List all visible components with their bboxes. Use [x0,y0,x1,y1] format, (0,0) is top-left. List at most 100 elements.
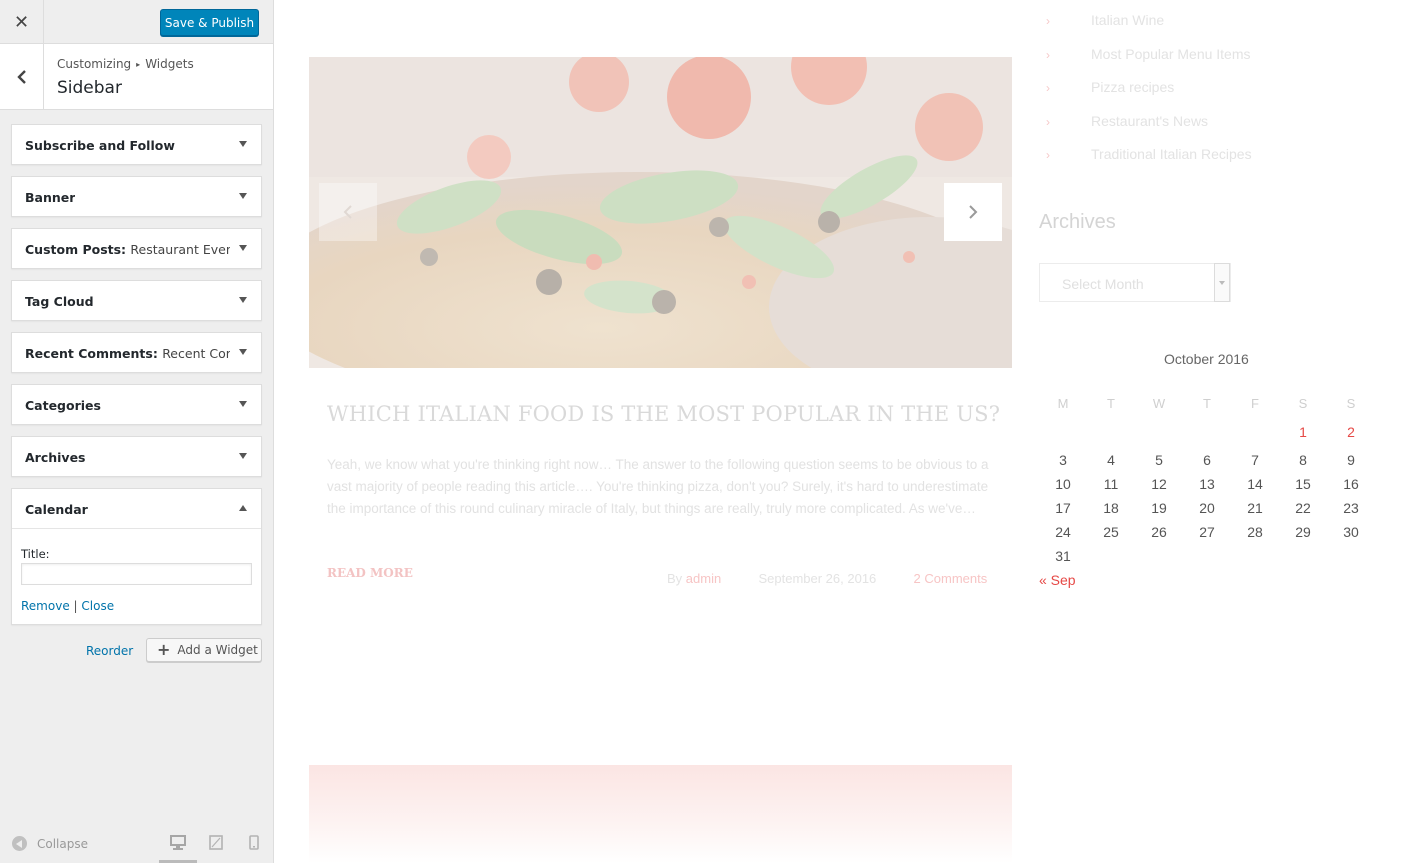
widget-title: Calendar [25,502,88,517]
post-by: By [667,571,683,586]
chevron-left-icon [16,69,26,84]
calendar-day: 15 [1295,476,1311,492]
widget-archives[interactable]: Archives [11,436,262,477]
widget-tag-cloud[interactable]: Tag Cloud [11,280,262,321]
arrow-up-icon[interactable] [239,505,247,511]
calendar-weekday: M [1057,396,1069,411]
chevron-right-icon: › [1046,115,1050,129]
desktop-icon[interactable] [170,835,186,850]
collapse-button[interactable]: Collapse [12,836,88,851]
section-title: Sidebar [57,78,122,98]
archive-select-value: Select Month [1062,276,1144,292]
calendar-day-link[interactable]: 2 [1336,424,1366,440]
post-date[interactable]: September 26, 2016 [758,571,876,586]
chevron-right-icon: › [1046,148,1050,162]
collapse-label: Collapse [37,836,88,851]
breadcrumb-current: Widgets [145,57,194,71]
widget-banner[interactable]: Banner [11,176,262,217]
archive-month-select[interactable]: Select Month [1039,263,1231,302]
archives-heading: Archives [1039,211,1116,233]
widget-categories[interactable]: Categories [11,384,262,425]
calendar-day: 31 [1055,548,1071,564]
read-more-link[interactable]: READ MORE [327,566,413,580]
widget-title: Custom Posts: Restaurant Events [25,242,230,257]
calendar-day: 10 [1055,476,1071,492]
post-excerpt: Yeah, we know what you're thinking right… [327,457,989,516]
calendar-caption: October 2016 [1164,351,1249,367]
calendar-day: 9 [1347,452,1355,468]
title-field[interactable] [21,563,252,585]
arrow-down-icon[interactable] [239,297,247,303]
widget-calendar: Calendar Title: Remove | Close [11,488,262,625]
widget-recent-comments[interactable]: Recent Comments: Recent Com... [11,332,262,373]
widget-title: Archives [25,450,86,465]
chevron-right-icon: › [1046,14,1050,28]
calendar-day: 6 [1203,452,1211,468]
slider-next-button[interactable] [944,183,1002,241]
chevron-right-icon [969,205,978,219]
calendar-day: 24 [1055,524,1071,540]
mobile-icon[interactable] [249,835,259,850]
arrow-down-icon[interactable] [239,193,247,199]
close-icon[interactable]: ✕ [0,0,44,44]
reorder-link[interactable]: Reorder [86,644,133,658]
calendar-day: 25 [1103,524,1119,540]
calendar-day: 7 [1251,452,1259,468]
calendar-day: 8 [1299,452,1307,468]
slider-prev-button[interactable] [319,183,377,241]
calendar-day: 27 [1199,524,1215,540]
calendar-day: 16 [1343,476,1359,492]
action-divider: | [73,599,78,613]
calendar-prev-month-link[interactable]: « Sep [1039,572,1076,588]
save-publish-button[interactable]: Save & Publish [160,9,259,36]
calendar-weekday: F [1251,396,1259,411]
arrow-down-icon[interactable] [239,401,247,407]
calendar-day: 18 [1103,500,1119,516]
add-widget-label: Add a Widget [177,643,258,657]
calendar-weekday: T [1107,396,1115,411]
calendar-day: 17 [1055,500,1071,516]
post-meta: By admin September 26, 2016 2 Comments [667,571,987,586]
breadcrumb: Customizing ▸ Widgets [57,57,194,71]
calendar-day: 20 [1199,500,1215,516]
calendar-day: 23 [1343,500,1359,516]
widget-actions: Remove | Close [21,599,114,613]
arrow-down-icon[interactable] [239,453,247,459]
remove-link[interactable]: Remove [21,599,70,613]
next-post-image [309,765,1012,863]
section-header: Customizing ▸ Widgets Sidebar [0,44,273,110]
post-comments-link[interactable]: 2 Comments [914,571,988,586]
breadcrumb-root: Customizing [57,57,132,71]
calendar-day: 5 [1155,452,1163,468]
pizza-photo [309,57,1012,368]
calendar-day: 19 [1151,500,1167,516]
widget-title: Subscribe and Follow [25,138,175,153]
calendar-weekday: S [1346,396,1356,411]
post-title[interactable]: WHICH ITALIAN FOOD IS THE MOST POPULAR I… [327,402,1000,426]
arrow-down-icon[interactable] [239,349,247,355]
arrow-down-icon[interactable] [239,245,247,251]
arrow-down-icon[interactable] [239,141,247,147]
site-preview: WHICH ITALIAN FOOD IS THE MOST POPULAR I… [274,0,1411,863]
calendar-day: 22 [1295,500,1311,516]
calendar-day: 4 [1107,452,1115,468]
customizer-footer: Collapse [0,823,273,863]
calendar-day: 26 [1151,524,1167,540]
calendar-day: 12 [1151,476,1167,492]
close-link[interactable]: Close [81,599,114,613]
post-author-link[interactable]: admin [686,571,721,586]
add-widget-button[interactable]: + Add a Widget [146,638,262,662]
tablet-icon[interactable] [209,835,223,850]
widget-subscribe-and-follow[interactable]: Subscribe and Follow [11,124,262,165]
chevron-left-icon [343,205,352,219]
calendar-day: 30 [1343,524,1359,540]
pizza-slider-image [309,57,1012,368]
widget-custom-posts[interactable]: Custom Posts: Restaurant Events [11,228,262,269]
widget-calendar-header[interactable]: Calendar [12,489,261,529]
calendar-day: 29 [1295,524,1311,540]
widget-subtitle: Restaurant Events [130,242,230,257]
calendar-day-link[interactable]: 1 [1288,424,1318,440]
widget-title: Recent Comments: Recent Com... [25,346,230,361]
back-button[interactable] [0,44,44,109]
customizer-header: ✕ Save & Publish [0,0,273,44]
